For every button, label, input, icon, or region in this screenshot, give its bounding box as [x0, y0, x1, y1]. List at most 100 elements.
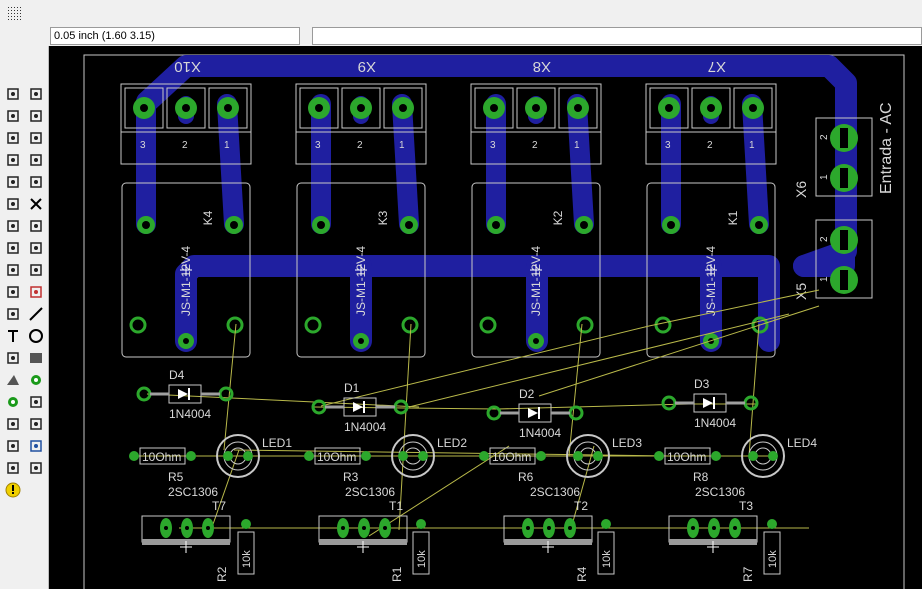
diode-symbol	[353, 402, 363, 412]
wire-icon[interactable]	[25, 304, 47, 324]
drc-icon[interactable]	[25, 436, 47, 456]
paste-icon[interactable]	[2, 194, 24, 214]
pad	[304, 316, 322, 334]
resistor-value: 10k	[416, 550, 428, 568]
resistor-name: R1	[390, 566, 404, 582]
pad	[393, 399, 409, 415]
ratsnest-icon[interactable]	[2, 436, 24, 456]
pad	[479, 316, 497, 334]
top-toolbar	[0, 0, 922, 27]
pin-label: 2	[819, 134, 830, 140]
command-line-input[interactable]	[312, 27, 922, 45]
power-connector-name: X6	[793, 181, 809, 198]
show-icon[interactable]	[25, 84, 47, 104]
polygon-icon[interactable]	[2, 370, 24, 390]
pad-slot	[840, 270, 848, 290]
pad-hole	[315, 104, 323, 112]
led-name: LED2	[437, 436, 467, 450]
connector-name: X8	[533, 58, 551, 75]
pad-hole	[230, 221, 238, 229]
relay-value: JS-M1-12V-4	[529, 246, 543, 316]
pad	[129, 316, 147, 334]
diode-value: 1N4004	[344, 420, 386, 434]
circle-icon[interactable]	[25, 326, 47, 346]
group-icon[interactable]	[2, 172, 24, 192]
resistor-name: R8	[693, 470, 709, 484]
pad	[401, 316, 419, 334]
errc-icon[interactable]	[25, 458, 47, 478]
mirror-icon[interactable]	[2, 150, 24, 170]
rotate-icon[interactable]	[25, 150, 47, 170]
pad	[593, 451, 603, 461]
info-icon[interactable]	[2, 84, 24, 104]
signal-icon[interactable]	[2, 392, 24, 412]
pad	[479, 451, 489, 461]
pad-slot	[840, 168, 848, 188]
pin-label: 2	[182, 140, 188, 151]
optimize-icon[interactable]	[2, 282, 24, 302]
diode-value: 1N4004	[519, 426, 561, 440]
display-layers-icon[interactable]	[2, 106, 24, 126]
relay-name: K3	[376, 210, 390, 225]
resistor-value: 10Ohm	[492, 450, 531, 464]
pad-hole	[405, 221, 413, 229]
hole-icon[interactable]	[25, 392, 47, 412]
pad-hole	[526, 526, 530, 530]
pad	[601, 519, 611, 529]
airwire	[233, 449, 670, 457]
pin-label: 2	[707, 140, 713, 151]
pad	[576, 316, 594, 334]
dimension-icon[interactable]	[25, 414, 47, 434]
resistor-value: 10k	[601, 550, 613, 568]
pad-hole	[568, 526, 572, 530]
copy-icon[interactable]	[25, 128, 47, 148]
ripup-icon[interactable]	[2, 304, 24, 324]
diode-name: D1	[344, 381, 360, 395]
pad-hole	[140, 104, 148, 112]
pad-hole	[182, 104, 190, 112]
pin-label: 3	[490, 140, 496, 151]
pad	[654, 451, 664, 461]
resistor-name: R6	[518, 470, 534, 484]
mark-icon[interactable]	[25, 106, 47, 126]
grid-icon[interactable]	[4, 3, 26, 23]
pad-hole	[667, 221, 675, 229]
diode-symbol	[178, 389, 188, 399]
text-icon[interactable]	[2, 326, 24, 346]
resistor-name: R2	[215, 566, 229, 582]
move-icon[interactable]	[2, 128, 24, 148]
delete-icon[interactable]	[25, 194, 47, 214]
add-icon[interactable]	[2, 216, 24, 236]
pad	[418, 451, 428, 461]
split-icon[interactable]	[2, 260, 24, 280]
smash-icon[interactable]	[25, 238, 47, 258]
pad-hole	[206, 526, 210, 530]
name-icon[interactable]	[25, 216, 47, 236]
pin-label: 1	[819, 276, 830, 282]
transistor-value: 2SC1306	[168, 485, 218, 499]
layout-canvas[interactable]: 3 2 1 X10 3 2 1 X9 3 2 1 X8 3 2 1 X7 JS-M1-12V-4 K4 JS-M1-…	[49, 46, 922, 589]
resistor-value: 10Ohm	[667, 450, 706, 464]
auto-route-icon[interactable]	[2, 458, 24, 478]
change-icon[interactable]	[25, 172, 47, 192]
pad	[361, 451, 371, 461]
route-icon[interactable]	[25, 282, 47, 302]
errors-icon[interactable]	[2, 480, 24, 500]
airwire	[146, 393, 420, 408]
pad-hole	[547, 526, 551, 530]
miter-icon[interactable]	[25, 260, 47, 280]
pad	[748, 451, 758, 461]
pad-hole	[749, 104, 757, 112]
pad-hole	[164, 526, 168, 530]
pad	[241, 519, 251, 529]
diode-name: D3	[694, 377, 710, 391]
via-icon[interactable]	[25, 370, 47, 390]
arc-icon[interactable]	[2, 348, 24, 368]
pad-hole	[533, 338, 539, 344]
rect-icon[interactable]	[25, 348, 47, 368]
command-toolbar	[0, 46, 49, 589]
value-icon[interactable]	[2, 238, 24, 258]
pad	[243, 451, 253, 461]
attribute-icon[interactable]	[2, 414, 24, 434]
pad	[573, 451, 583, 461]
